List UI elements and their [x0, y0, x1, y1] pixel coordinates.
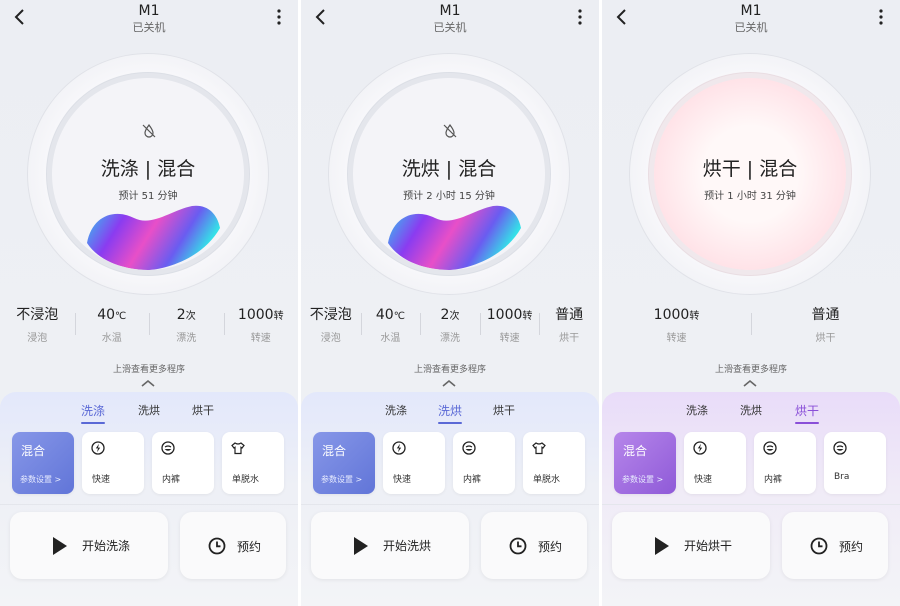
- program-sheet: 洗涤 洗烘 烘干 混合 参数设置 > 快速 内裤 单脱水: [301, 392, 599, 606]
- chevron-up-icon[interactable]: [441, 378, 457, 388]
- face-icon: [833, 441, 847, 455]
- divider: [0, 504, 298, 505]
- panel-wash-dry: M1 已关机 洗烘 | 混合 预计 2 小时 15 分钟 不浸泡 浸泡 40℃ …: [301, 0, 599, 606]
- panel-wash: M1 已关机 洗涤 | 混合 预计 51 分钟 不浸泡 浸泡 40℃ 水温 2次…: [0, 0, 298, 606]
- program-tabs: 洗涤 洗烘 烘干: [0, 402, 298, 426]
- program-card-mixed[interactable]: 混合 参数设置 >: [12, 432, 74, 494]
- stat-rinse[interactable]: 2次 漂洗: [420, 305, 480, 345]
- more-dots-icon[interactable]: [878, 8, 884, 26]
- water-wave: [87, 205, 220, 270]
- program-card-mixed[interactable]: 混合 参数设置 >: [614, 432, 676, 494]
- shirt-icon: [532, 442, 546, 455]
- tab-dry[interactable]: 烘干: [782, 402, 832, 424]
- program-sheet: 洗涤 洗烘 烘干 混合 参数设置 > 快速 内裤 单脱水: [0, 392, 298, 606]
- device-title: M1: [439, 3, 461, 19]
- divider: [301, 504, 599, 505]
- tab-wash-dry[interactable]: 洗烘: [425, 402, 475, 424]
- face-icon: [161, 441, 175, 455]
- play-icon: [655, 537, 669, 555]
- panel-dry: M1 已关机 烘干 | 混合 预计 1 小时 31 分钟 1000转 转速 普通…: [602, 0, 900, 606]
- water-wave: [388, 205, 521, 270]
- stat-water-temp[interactable]: 40℃ 水温: [360, 305, 421, 345]
- clock-icon: [509, 537, 527, 555]
- dial-mode: 烘干 | 混合: [702, 158, 798, 180]
- param-settings-link: 参数设置 >: [321, 475, 363, 484]
- program-card-spin-only[interactable]: 单脱水: [222, 432, 284, 494]
- start-button[interactable]: 开始烘干: [612, 512, 770, 579]
- stat-spin[interactable]: 1000转 转速: [223, 305, 299, 345]
- lightning-icon: [392, 441, 406, 455]
- schedule-button[interactable]: 预约: [180, 512, 286, 579]
- stat-dry-level[interactable]: 普通 烘干: [751, 305, 900, 345]
- face-icon: [462, 441, 476, 455]
- divider: [602, 504, 900, 505]
- program-card-mixed[interactable]: 混合 参数设置 >: [313, 432, 375, 494]
- device-status: 已关机: [132, 21, 166, 34]
- dial[interactable]: 洗涤 | 混合 预计 51 分钟: [52, 78, 244, 270]
- program-tabs: 洗涤 洗烘 烘干: [602, 402, 900, 426]
- tab-wash[interactable]: 洗涤: [371, 402, 421, 418]
- lightning-icon: [91, 441, 105, 455]
- header: M1 已关机: [301, 0, 599, 40]
- clock-icon: [810, 537, 828, 555]
- program-card-quick[interactable]: 快速: [684, 432, 746, 494]
- more-dots-icon[interactable]: [276, 8, 282, 26]
- program-card-underwear[interactable]: 内裤: [453, 432, 515, 494]
- dial-estimate: 预计 1 小时 31 分钟: [704, 191, 796, 202]
- device-title: M1: [138, 3, 160, 19]
- device-status: 已关机: [734, 21, 768, 34]
- lightning-icon: [693, 441, 707, 455]
- more-dots-icon[interactable]: [577, 8, 583, 26]
- dial[interactable]: 洗烘 | 混合 预计 2 小时 15 分钟: [353, 78, 545, 270]
- play-icon: [53, 537, 67, 555]
- dial[interactable]: 烘干 | 混合 预计 1 小时 31 分钟: [654, 78, 846, 270]
- schedule-button[interactable]: 预约: [782, 512, 888, 579]
- tab-dry[interactable]: 烘干: [479, 402, 529, 418]
- program-card-bra[interactable]: Bra: [824, 432, 886, 494]
- stat-spin[interactable]: 1000转 转速: [479, 305, 540, 345]
- swipe-hint: 上滑查看更多程序: [714, 365, 787, 375]
- tab-wash[interactable]: 洗涤: [68, 402, 118, 424]
- face-icon: [763, 441, 777, 455]
- swipe-hint: 上滑查看更多程序: [112, 365, 185, 375]
- device-title: M1: [740, 3, 762, 19]
- chevron-up-icon[interactable]: [742, 378, 758, 388]
- clock-icon: [208, 537, 226, 555]
- stats-row: 1000转 转速 普通 烘干: [602, 305, 900, 345]
- param-settings-link: 参数设置 >: [622, 475, 664, 484]
- stats-row: 不浸泡 浸泡 40℃ 水温 2次 漂洗 1000转 转速 普通 烘干: [301, 305, 599, 345]
- stat-spin[interactable]: 1000转 转速: [602, 305, 751, 345]
- param-settings-link: 参数设置 >: [20, 475, 62, 484]
- program-card-quick[interactable]: 快速: [82, 432, 144, 494]
- stat-soak[interactable]: 不浸泡 浸泡: [301, 305, 361, 345]
- tab-dry[interactable]: 烘干: [178, 402, 228, 418]
- device-status: 已关机: [433, 21, 467, 34]
- tab-wash-dry[interactable]: 洗烘: [124, 402, 174, 418]
- header: M1 已关机: [0, 0, 298, 40]
- program-sheet: 洗涤 洗烘 烘干 混合 参数设置 > 快速 内裤 Bra 开始烘干 预约: [602, 392, 900, 606]
- stat-soak[interactable]: 不浸泡 浸泡: [0, 305, 75, 345]
- program-card-quick[interactable]: 快速: [383, 432, 445, 494]
- start-button[interactable]: 开始洗涤: [10, 512, 168, 579]
- stats-row: 不浸泡 浸泡 40℃ 水温 2次 漂洗 1000转 转速: [0, 305, 298, 345]
- tab-wash[interactable]: 洗涤: [672, 402, 722, 418]
- chevron-up-icon[interactable]: [140, 378, 156, 388]
- program-card-spin-only[interactable]: 单脱水: [523, 432, 585, 494]
- stat-dry-level[interactable]: 普通 烘干: [539, 305, 599, 345]
- program-tabs: 洗涤 洗烘 烘干: [301, 402, 599, 426]
- schedule-button[interactable]: 预约: [481, 512, 587, 579]
- stat-water-temp[interactable]: 40℃ 水温: [74, 305, 150, 345]
- program-card-underwear[interactable]: 内裤: [152, 432, 214, 494]
- play-icon: [354, 537, 368, 555]
- shirt-icon: [231, 442, 245, 455]
- header: M1 已关机: [602, 0, 900, 40]
- swipe-hint: 上滑查看更多程序: [413, 365, 486, 375]
- stat-rinse[interactable]: 2次 漂洗: [149, 305, 224, 345]
- program-card-underwear[interactable]: 内裤: [754, 432, 816, 494]
- start-button[interactable]: 开始洗烘: [311, 512, 469, 579]
- tab-wash-dry[interactable]: 洗烘: [726, 402, 776, 418]
